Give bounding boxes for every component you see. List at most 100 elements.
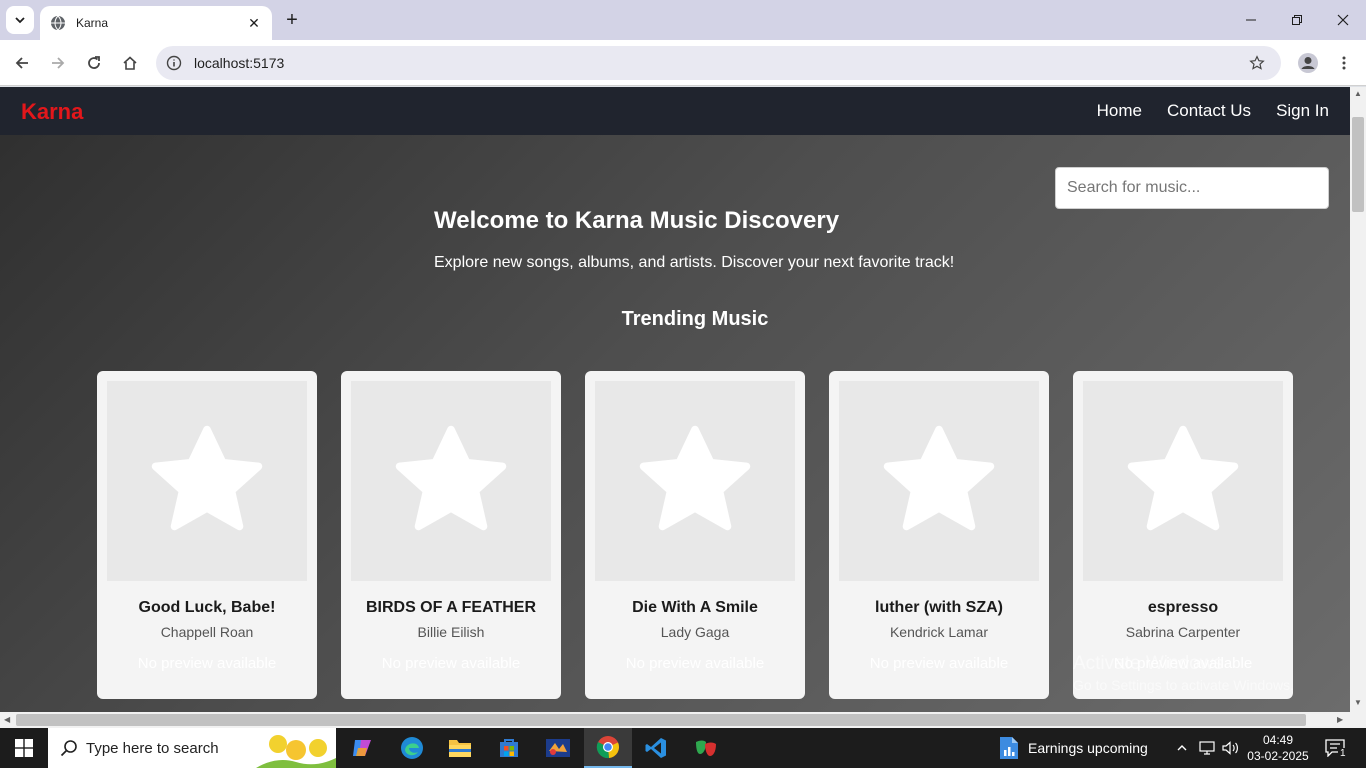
activate-windows-watermark: Activate Windows Go to Settings to activ… (1073, 653, 1294, 693)
back-button[interactable] (8, 49, 36, 77)
preview-status: No preview available (625, 655, 765, 672)
menu-button[interactable] (1330, 49, 1358, 77)
horizontal-scrollbar[interactable]: ◀ ▶ (0, 712, 1366, 728)
taskbar-masks-app[interactable] (682, 728, 730, 768)
taskbar-vscode[interactable] (632, 728, 680, 768)
track-card[interactable]: Good Luck, Babe! Chappell Roan No previe… (97, 371, 317, 699)
star-icon (151, 425, 263, 531)
search-icon (60, 740, 77, 757)
taskbar-chrome[interactable] (584, 728, 632, 768)
document-chart-icon (1000, 737, 1018, 759)
minimize-icon (1246, 19, 1256, 21)
search-highlight-flowers-icon (256, 735, 336, 768)
profile-button[interactable] (1294, 49, 1322, 77)
taskbar-search-text: Type here to search (86, 739, 219, 757)
scroll-up-icon[interactable]: ▲ (1354, 89, 1362, 98)
section-title: Trending Music (621, 308, 769, 330)
track-artist: Kendrick Lamar (889, 624, 989, 640)
folder-icon (449, 740, 471, 757)
windows-taskbar: Type here to search Earnings upcoming 04… (0, 728, 1366, 768)
watermark-title: Activate Windows (1073, 653, 1223, 674)
page-subtitle: Explore new songs, albums, and artists. … (434, 254, 955, 271)
arrow-left-icon (15, 57, 28, 69)
theater-masks-icon (696, 740, 716, 756)
taskbar-news-widget[interactable]: Earnings upcoming (998, 728, 1148, 768)
browser-toolbar: localhost:5173 (0, 40, 1366, 86)
vertical-scroll-thumb[interactable] (1352, 117, 1364, 212)
preview-status: No preview available (381, 655, 521, 672)
track-title: Good Luck, Babe! (138, 599, 276, 616)
site-info-icon[interactable] (166, 55, 182, 71)
star-icon (639, 425, 751, 531)
forward-button[interactable] (44, 49, 72, 77)
album-art-placeholder (1083, 381, 1283, 581)
minimize-button[interactable] (1228, 0, 1274, 40)
home-icon (123, 56, 137, 70)
taskbar-edge[interactable] (388, 728, 436, 768)
page-title: Welcome to Karna Music Discovery (434, 207, 840, 234)
track-artist: Lady Gaga (660, 624, 730, 640)
notification-center-button[interactable]: 1 (1320, 728, 1350, 768)
taskbar-game-app[interactable] (534, 728, 582, 768)
taskbar-file-explorer[interactable] (436, 728, 484, 768)
chevron-up-icon (1177, 745, 1187, 751)
album-art-placeholder (107, 381, 307, 581)
new-tab-button[interactable]: + (280, 8, 304, 32)
start-button[interactable] (0, 728, 48, 768)
track-card[interactable]: BIRDS OF A FEATHER Billie Eilish No prev… (341, 371, 561, 699)
news-widget-text: Earnings upcoming (1028, 740, 1148, 756)
tab-search-button[interactable] (6, 6, 34, 34)
chevron-down-icon (15, 17, 25, 24)
album-art-placeholder (839, 381, 1039, 581)
brand-logo[interactable]: Karna (21, 99, 83, 125)
star-icon (395, 425, 507, 531)
nav-contact-link[interactable]: Contact Us (1167, 101, 1251, 121)
store-icon (500, 739, 518, 757)
nav-signin-link[interactable]: Sign In (1276, 101, 1329, 121)
vertical-scrollbar[interactable]: ▲ ▼ (1350, 87, 1366, 712)
reload-icon (88, 56, 100, 69)
network-tray-button[interactable] (1196, 728, 1218, 768)
close-window-button[interactable] (1320, 0, 1366, 40)
track-artist: Billie Eilish (417, 624, 485, 640)
nav-home-link[interactable]: Home (1097, 101, 1142, 121)
chrome-icon (596, 736, 619, 759)
globe-icon (51, 15, 65, 31)
track-title: espresso (1147, 599, 1219, 616)
copilot-icon (353, 740, 371, 756)
track-card[interactable]: espresso Sabrina Carpenter No preview av… (1073, 371, 1293, 699)
scroll-left-icon[interactable]: ◀ (4, 715, 10, 724)
preview-status: No preview available (137, 655, 277, 672)
volume-tray-button[interactable] (1220, 728, 1242, 768)
track-card[interactable]: luther (with SZA) Kendrick Lamar No prev… (829, 371, 1049, 699)
restore-button[interactable] (1274, 0, 1320, 40)
bookmark-star-icon[interactable] (1245, 51, 1269, 75)
page-viewport: Karna Home Contact Us Sign In Welcome to… (0, 87, 1350, 712)
taskbar-store[interactable] (485, 728, 533, 768)
album-art-placeholder (595, 381, 795, 581)
music-search-input[interactable] (1055, 167, 1329, 209)
taskbar-copilot[interactable] (338, 728, 386, 768)
clock-date: 03-02-2025 (1247, 749, 1309, 763)
taskbar-search-box[interactable]: Type here to search (48, 728, 336, 768)
scroll-down-icon[interactable]: ▼ (1354, 698, 1362, 707)
browser-tab[interactable]: Karna ✕ (40, 6, 272, 40)
track-title: luther (with SZA) (875, 599, 1003, 616)
close-tab-icon[interactable]: ✕ (246, 15, 262, 32)
scroll-right-icon[interactable]: ▶ (1337, 715, 1343, 724)
reload-button[interactable] (80, 49, 108, 77)
track-title: BIRDS OF A FEATHER (365, 599, 537, 616)
tab-title: Karna (76, 16, 109, 30)
show-hidden-icons-button[interactable] (1172, 728, 1192, 768)
star-icon (1127, 425, 1239, 531)
notification-count: 1 (1338, 748, 1348, 759)
horizontal-scroll-thumb[interactable] (16, 714, 1306, 726)
home-button[interactable] (116, 49, 144, 77)
address-bar[interactable]: localhost:5173 (156, 46, 1281, 80)
app-navbar: Karna Home Contact Us Sign In (0, 87, 1350, 135)
track-card[interactable]: Die With A Smile Lady Gaga No preview av… (585, 371, 805, 699)
profile-icon (1298, 53, 1318, 73)
taskbar-clock[interactable]: 04:49 03-02-2025 (1240, 732, 1316, 764)
url-text[interactable]: localhost:5173 (194, 55, 1245, 71)
edge-icon (401, 737, 423, 759)
